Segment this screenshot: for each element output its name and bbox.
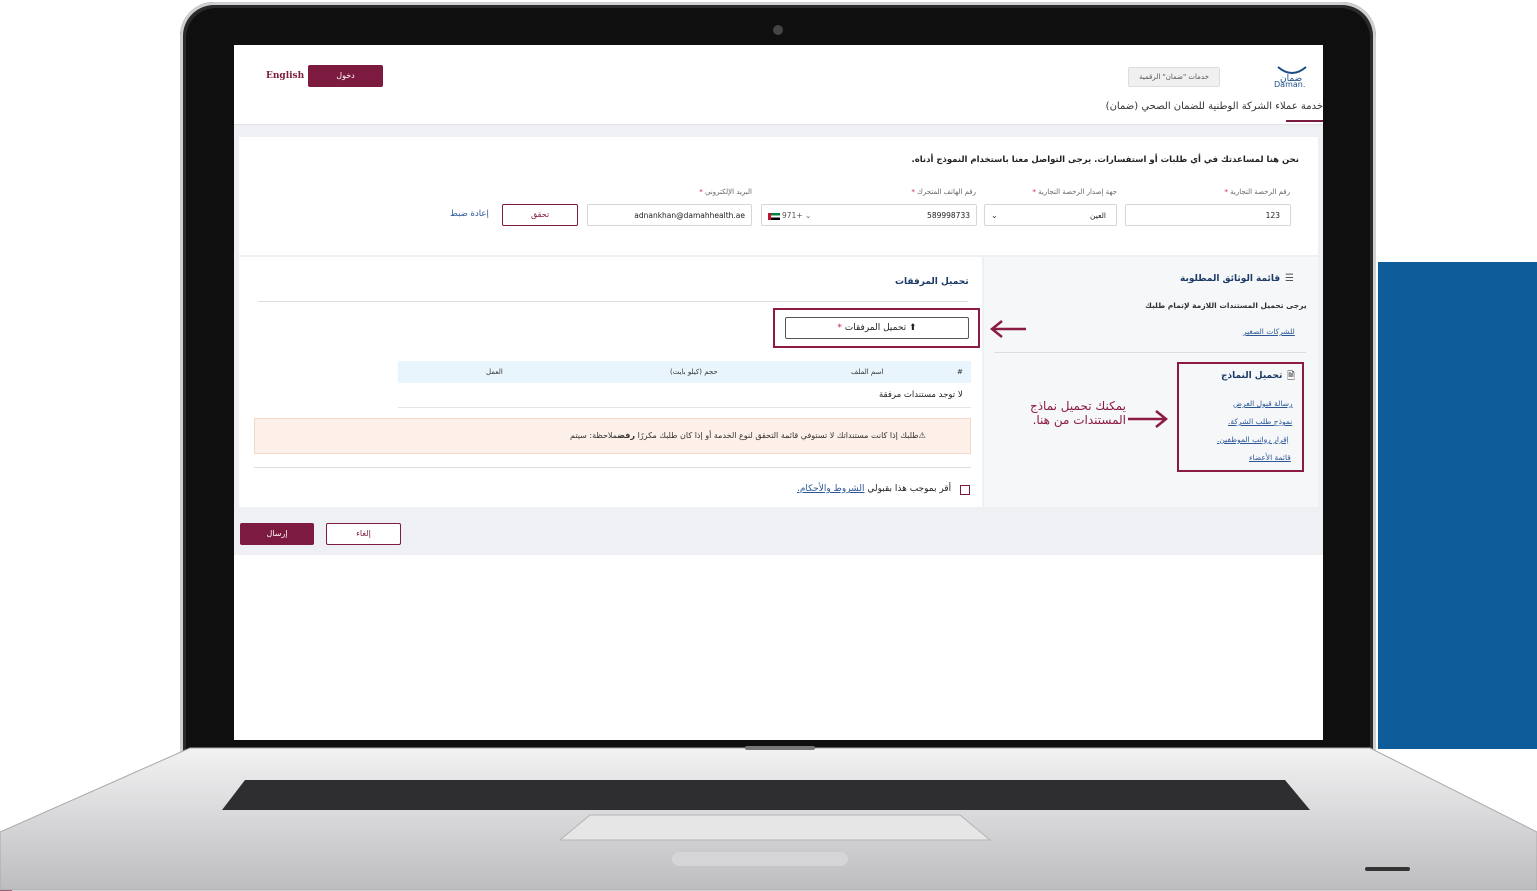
browser-screen: English دخول خدمات "ضمان" الرقمية ضمان D… — [234, 45, 1323, 740]
email-label: البريد الإلكتروني * — [699, 188, 752, 196]
phone-input[interactable]: 589998733 971+ ⌄ — [761, 204, 977, 226]
upload-highlight-box — [773, 308, 980, 348]
arrow-right-icon — [1128, 410, 1169, 428]
language-toggle-link[interactable]: English — [266, 71, 304, 81]
chevron-down-icon: ⌄ — [991, 211, 998, 220]
laptop-hinge — [745, 746, 815, 750]
divider — [994, 352, 1306, 353]
camera-icon — [773, 25, 783, 35]
login-button[interactable]: دخول — [308, 65, 383, 87]
digital-services-button[interactable]: خدمات "ضمان" الرقمية — [1128, 67, 1220, 87]
table-header-action: العمل — [486, 368, 503, 376]
verify-button[interactable]: تحقق — [502, 204, 578, 226]
cancel-button[interactable]: إلغاء — [326, 523, 401, 545]
blue-background-panel — [1378, 262, 1537, 749]
laptop-base — [0, 747, 1537, 891]
callout-annotation: يمكنك تحميل نماذج المستندات من هنا. — [1029, 399, 1126, 427]
active-tab-indicator — [1286, 120, 1323, 122]
issuer-label: جهة إصدار الرخصة التجارية * — [1032, 188, 1117, 196]
terms-link[interactable]: الشروط والأحكام. — [797, 484, 864, 494]
country-code-selector[interactable]: 971+ ⌄ — [768, 205, 811, 227]
small-companies-link[interactable]: للشركات الصغير — [1243, 327, 1295, 336]
logo-text: Daman. — [1274, 80, 1306, 89]
upload-section-title: تحميل المرفقات — [895, 277, 969, 287]
arrow-left-icon — [989, 320, 1026, 338]
required-documents-description: يرجى تحميل المستندات اللازمة لإتمام طلبك — [1145, 301, 1307, 310]
issuer-selected-value: العين — [1090, 211, 1106, 220]
trade-license-label: رقم الرخصة التجارية * — [1224, 188, 1290, 196]
submit-button[interactable]: إرسال — [240, 523, 314, 545]
templates-highlight-box — [1177, 362, 1304, 472]
form-intro-text: نحن هنا لمساعدتك في أي طلبات أو استفسارا… — [911, 155, 1299, 165]
phone-label: رقم الهاتف المتحرك * — [911, 188, 976, 196]
divider — [258, 301, 968, 302]
warning-icon: ⚠ — [918, 431, 926, 440]
table-header-file-name: اسم الملف — [851, 368, 884, 376]
checklist-icon: ☰ — [1285, 273, 1294, 284]
table-header-index: # — [957, 368, 963, 376]
trade-license-input[interactable]: 123 — [1125, 204, 1291, 226]
terms-checkbox[interactable] — [960, 485, 970, 495]
empty-table-message: لا توجد مستندات مرفقة — [879, 390, 963, 400]
phone-number-value: 589998733 — [927, 211, 970, 220]
alert-text: ⚠طلبك إذا كانت مستنداتك لا تستوفي قائمة … — [570, 431, 926, 440]
uae-flag-icon — [768, 212, 780, 220]
issuer-select[interactable]: العين ⌄ — [984, 204, 1117, 226]
required-documents-title: قائمة الوثائق المطلوبة — [1180, 274, 1281, 284]
divider — [254, 467, 971, 468]
reset-link[interactable]: إعادة ضبط — [450, 209, 489, 219]
tab-customer-service[interactable]: خدمة عملاء الشركة الوطنية للضمان الصحي (… — [1106, 101, 1323, 112]
email-input[interactable]: adnankhan@damahhealth.ae — [587, 204, 752, 226]
table-header-size: حجم (كيلو بايت) — [670, 368, 718, 376]
terms-label: أقر بموجب هذا بقبولي الشروط والأحكام. — [797, 484, 952, 494]
